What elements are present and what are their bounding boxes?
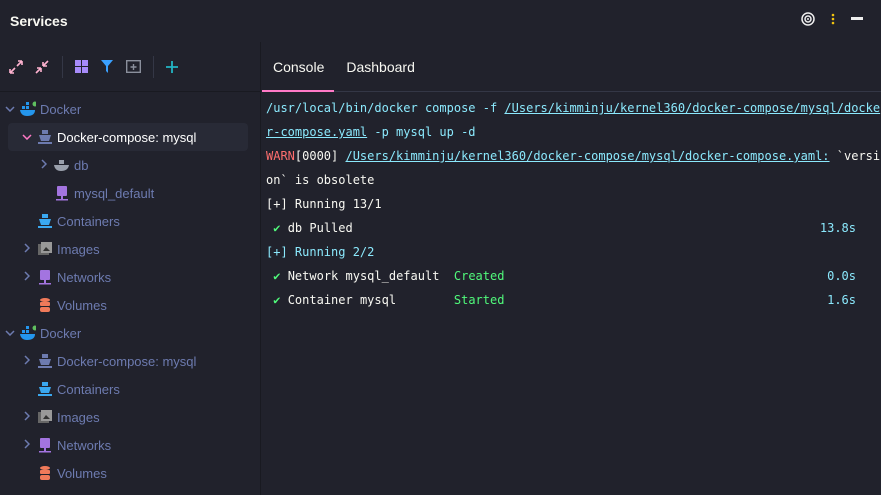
compose-file-link[interactable]: r-compose.yaml (266, 125, 367, 139)
collapse-all-icon[interactable] (30, 55, 54, 79)
containers-icon (37, 381, 53, 397)
tab-console[interactable]: Console (262, 42, 335, 92)
network-icon (54, 185, 70, 201)
console-panel: Console Dashboard /usr/local/bin/docker … (262, 42, 881, 495)
tree-item-docker[interactable]: Docker (0, 319, 260, 347)
expand-all-icon[interactable] (4, 55, 28, 79)
images-icon (37, 409, 53, 425)
tree-item-label: db (74, 157, 89, 173)
network-icon (37, 269, 53, 285)
images-icon (37, 241, 53, 257)
console-line: r-compose.yaml -p mysql up -d (266, 125, 476, 139)
tree-item-label: Images (57, 241, 100, 257)
tree-item-label: Docker (40, 101, 82, 117)
volumes-icon (37, 297, 53, 313)
tab-dashboard[interactable]: Dashboard (335, 42, 426, 92)
chevron-right-icon[interactable] (21, 354, 33, 368)
docker-icon (20, 325, 36, 341)
tree-item-networks[interactable]: Networks (0, 263, 260, 291)
console-line: ✔ Container mysql Started 1.6s (273, 293, 856, 307)
new-tab-icon[interactable] (121, 55, 145, 79)
filter-icon[interactable] (95, 55, 119, 79)
tree-item-label: Networks (57, 437, 112, 453)
compose-icon (37, 353, 53, 369)
console-line: [+] Running 2/2 (266, 245, 375, 259)
containers-icon (37, 213, 53, 229)
tree-item-volumes[interactable]: Volumes (0, 291, 260, 319)
services-toolbar (0, 42, 260, 92)
chevron-right-icon[interactable] (21, 242, 33, 256)
tree-item-label: Containers (57, 381, 120, 397)
chevron-down-icon[interactable] (4, 327, 16, 339)
tree-item-docker-compose-mysql[interactable]: Docker-compose: mysql (0, 347, 260, 375)
tab-bar: Console Dashboard (262, 42, 881, 92)
tree-item-containers[interactable]: Containers (0, 375, 260, 403)
check-icon: ✔ (273, 221, 281, 235)
compose-file-link[interactable]: /Users/kimminju/kernel360/docker-compose… (504, 101, 880, 115)
tree-item-label: Docker (40, 325, 82, 341)
console-output: /usr/local/bin/docker compose -f /Users/… (262, 92, 881, 312)
console-line: ✔ Network mysql_default Created 0.0s (273, 269, 856, 283)
check-icon: ✔ (273, 293, 281, 307)
tree-item-label: Volumes (57, 465, 107, 481)
tree-item-label: Docker-compose: mysql (57, 129, 197, 145)
services-tree: Docker Docker-compose: mysql db mysql_defau… (0, 92, 260, 487)
tree-item-label: Docker-compose: mysql (57, 353, 197, 369)
chevron-right-icon[interactable] (38, 158, 50, 172)
minimize-icon[interactable] (851, 17, 863, 21)
chevron-right-icon[interactable] (21, 270, 33, 284)
console-line: on` is obsolete (266, 173, 375, 187)
console-line: /usr/local/bin/docker compose -f /Users/… (266, 101, 881, 115)
add-icon[interactable] (160, 55, 184, 79)
chevron-right-icon[interactable] (21, 410, 33, 424)
console-line: ✔ db Pulled 13.8s (273, 221, 856, 235)
compose-file-link[interactable]: /Users/kimminju/kernel360/docker-compose… (345, 149, 829, 163)
console-line: WARN[0000] /Users/kimminju/kernel360/doc… (266, 149, 881, 163)
more-options-icon[interactable] (831, 13, 835, 25)
tree-item-images[interactable]: Images (0, 403, 260, 431)
chevron-down-icon[interactable] (4, 103, 16, 115)
network-icon (37, 437, 53, 453)
tree-item-images[interactable]: Images (0, 235, 260, 263)
check-icon: ✔ (273, 269, 281, 283)
tree-item-label: Networks (57, 269, 112, 285)
tree-item-db[interactable]: db (0, 151, 260, 179)
docker-icon (20, 101, 36, 117)
tree-item-label: mysql_default (74, 185, 155, 201)
services-header: Services (0, 0, 881, 42)
tree-item-mysql-default[interactable]: mysql_default (0, 179, 260, 207)
tree-item-label: Volumes (57, 297, 107, 313)
group-icon[interactable] (69, 55, 93, 79)
compose-icon (37, 129, 53, 145)
services-tree-panel: Docker Docker-compose: mysql db mysql_defau… (0, 42, 261, 495)
whale-icon (54, 157, 70, 173)
console-line: [+] Running 13/1 (266, 197, 382, 211)
tree-item-networks[interactable]: Networks (0, 431, 260, 459)
tree-item-docker-compose-mysql[interactable]: Docker-compose: mysql (8, 123, 248, 151)
volumes-icon (37, 465, 53, 481)
target-icon[interactable] (801, 12, 815, 26)
tree-item-docker[interactable]: Docker (0, 95, 260, 123)
tree-item-volumes[interactable]: Volumes (0, 459, 260, 487)
panel-title: Services (10, 13, 68, 29)
tree-item-label: Images (57, 409, 100, 425)
tree-item-label: Containers (57, 213, 120, 229)
tree-item-containers[interactable]: Containers (0, 207, 260, 235)
chevron-right-icon[interactable] (21, 438, 33, 452)
chevron-down-icon[interactable] (21, 131, 33, 143)
